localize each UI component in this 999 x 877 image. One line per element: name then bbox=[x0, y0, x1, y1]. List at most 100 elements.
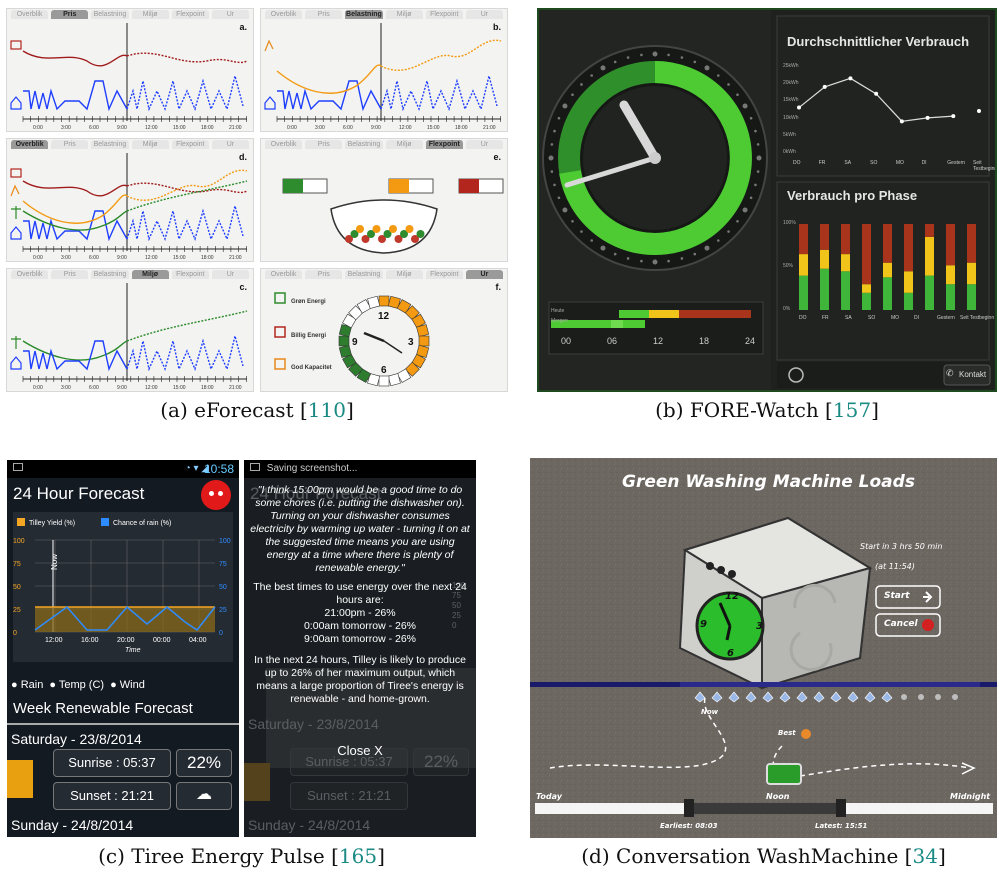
clock-dot bbox=[550, 143, 554, 146]
tab[interactable]: Flexpoint bbox=[425, 270, 463, 279]
slider-handle-earliest[interactable] bbox=[684, 799, 694, 817]
popup-quote: "I think 15:00pm would be a good time to… bbox=[250, 484, 470, 574]
time-tick: 21:00 bbox=[483, 125, 496, 131]
tab[interactable]: Miljø bbox=[131, 140, 169, 149]
clock-dot bbox=[652, 51, 658, 57]
ref-link[interactable]: 157 bbox=[833, 398, 871, 422]
tab[interactable]: Ur bbox=[465, 270, 504, 279]
tab[interactable]: Belastning bbox=[91, 10, 129, 19]
clock-label: 6 bbox=[381, 365, 387, 376]
tab[interactable]: Miljø bbox=[131, 10, 169, 19]
avg-point bbox=[874, 91, 879, 96]
tab[interactable]: Overblik bbox=[265, 140, 303, 149]
tiree-main-screen: ◔ ▾ ◢ 10:58 24 Hour Forecast Tilley Yiel… bbox=[7, 460, 239, 837]
tab[interactable]: Flexpoint bbox=[171, 140, 209, 149]
tab[interactable]: Pris bbox=[51, 10, 89, 19]
tab[interactable]: Pris bbox=[51, 140, 89, 149]
house-icon bbox=[10, 356, 22, 370]
clock-dot bbox=[571, 220, 574, 223]
tab-bar: Overblik Pris Belastning Miljø Flexpoint Ur bbox=[261, 269, 507, 280]
tab[interactable]: Pris bbox=[305, 270, 343, 279]
forecast-chart: Tilley Yield (%) Chance of rain (%) 100 100… bbox=[13, 512, 233, 662]
now-label: Now bbox=[50, 554, 59, 570]
best-slot-handle[interactable] bbox=[766, 763, 802, 785]
best-clock-icon bbox=[801, 729, 811, 739]
tab[interactable]: Overblik bbox=[11, 270, 49, 279]
tab[interactable]: Overblik bbox=[265, 270, 303, 279]
forewatch-panel: Durchschnittlicher Verbrauch Verbrauch p… bbox=[537, 8, 997, 392]
clock-dot bbox=[626, 56, 630, 59]
tab[interactable]: Ur bbox=[211, 270, 250, 279]
phase-bar-segment bbox=[925, 275, 934, 310]
time-tick: 6:00 bbox=[89, 125, 99, 131]
tab[interactable]: Belastning bbox=[345, 140, 383, 149]
close-button[interactable]: Close X bbox=[244, 743, 476, 758]
eforecast-tile: Overblik Pris Belastning Miljø Flexpoint Ur a.… bbox=[6, 8, 254, 132]
time-tick: 15:00 bbox=[173, 125, 186, 131]
x-tick: DO bbox=[793, 160, 801, 166]
y-tick-left: 100 bbox=[13, 538, 25, 545]
cancel-icon bbox=[922, 619, 934, 631]
tab[interactable]: Belastning bbox=[91, 270, 129, 279]
tab[interactable]: Miljø bbox=[385, 270, 423, 279]
x-tick: DI bbox=[921, 160, 927, 166]
wm-clock-12: 12 bbox=[725, 591, 739, 602]
tab[interactable]: Belastning bbox=[345, 10, 383, 19]
clock-dot bbox=[600, 65, 606, 71]
tab[interactable]: Flexpoint bbox=[425, 140, 463, 149]
tab[interactable]: Miljø bbox=[385, 10, 423, 19]
avg-point bbox=[797, 105, 801, 110]
legend-label: Billig Energi bbox=[291, 333, 326, 339]
tab[interactable]: Flexpoint bbox=[171, 270, 209, 279]
clock-dot bbox=[727, 83, 730, 86]
tab-bar: Overblik Pris Belastning Miljø Flexpoint Ur bbox=[7, 269, 253, 280]
wind-icon bbox=[11, 206, 21, 219]
tab[interactable]: Belastning bbox=[91, 140, 129, 149]
clock-dot bbox=[717, 74, 720, 77]
phase-bar-segment bbox=[967, 224, 976, 263]
clock-dot bbox=[717, 239, 720, 242]
tab[interactable]: Pris bbox=[305, 140, 343, 149]
tab[interactable]: Ur bbox=[465, 140, 504, 149]
row-label-tomorrow: Morgen bbox=[551, 318, 568, 324]
tab[interactable]: Overblik bbox=[265, 10, 303, 19]
x-tick: Gestern bbox=[947, 160, 966, 166]
phase-bar-segment bbox=[799, 275, 808, 310]
tab[interactable]: Ur bbox=[211, 10, 250, 19]
tab[interactable]: Miljø bbox=[131, 270, 169, 279]
logo-icon[interactable] bbox=[201, 480, 231, 510]
cloud-icon[interactable]: ☁ bbox=[176, 782, 232, 810]
clock-label: 12 bbox=[378, 311, 390, 322]
clock-label: 9 bbox=[352, 337, 358, 348]
x-tick: SA bbox=[845, 315, 852, 321]
tab[interactable]: Ur bbox=[465, 10, 504, 19]
tab[interactable]: Overblik bbox=[11, 10, 49, 19]
slider-handle-latest[interactable] bbox=[836, 799, 846, 817]
tab-bar: Overblik Pris Belastning Miljø Flexpoint Ur bbox=[7, 9, 253, 20]
tab[interactable]: Ur bbox=[211, 140, 250, 149]
tab[interactable]: Overblik bbox=[11, 140, 49, 149]
y-tick: 15kWh bbox=[783, 97, 799, 104]
time-tick: 9:00 bbox=[371, 125, 381, 131]
tab[interactable]: Pris bbox=[305, 10, 343, 19]
tab[interactable]: Flexpoint bbox=[425, 10, 463, 19]
radio-wind[interactable]: ● Wind bbox=[110, 679, 145, 691]
avg-point bbox=[848, 76, 853, 81]
cancel-label: Cancel bbox=[884, 619, 918, 629]
tab[interactable]: Belastning bbox=[345, 270, 383, 279]
time-tick: 0:00 bbox=[33, 385, 43, 391]
eforecast-graph: 0:00 3:00 6:00 9:00 12:00 15:00 18:00 21:00 bbox=[264, 23, 502, 131]
tab[interactable]: Miljø bbox=[385, 140, 423, 149]
clock-dot bbox=[749, 116, 753, 120]
ref-link[interactable]: 165 bbox=[339, 844, 377, 868]
tab[interactable]: Pris bbox=[51, 270, 89, 279]
avg-point bbox=[925, 115, 930, 120]
tab[interactable]: Flexpoint bbox=[171, 10, 209, 19]
start-label: Start bbox=[884, 591, 910, 601]
ref-link[interactable]: 34 bbox=[912, 844, 937, 868]
clock-dot bbox=[704, 65, 710, 71]
radio-temp[interactable]: ● Temp (C) bbox=[49, 679, 104, 691]
ref-link[interactable]: 110 bbox=[308, 398, 346, 422]
eforecast-panel: Overblik Pris Belastning Miljø Flexpoint Ur a.… bbox=[6, 8, 508, 392]
radio-rain[interactable]: ● Rain bbox=[11, 679, 43, 691]
